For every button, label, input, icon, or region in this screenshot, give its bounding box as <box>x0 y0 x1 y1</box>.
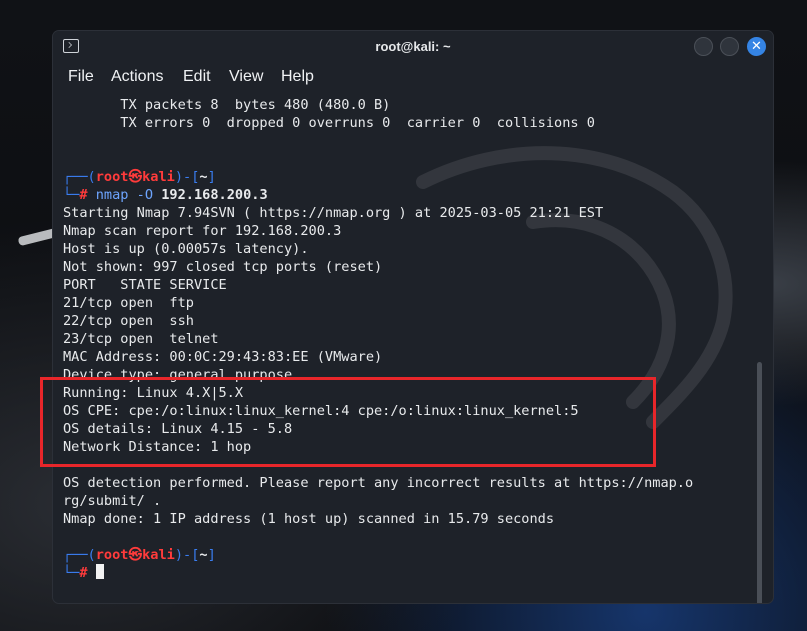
command-line: └─# nmap -O 192.168.200.3 <box>63 186 268 204</box>
terminal-window: root@kali: ~ ✕ File Actions Edit View He… <box>53 31 773 603</box>
output-line: 23/tcp open telnet <box>63 331 219 347</box>
prompt-user: root㉿kali <box>95 169 175 185</box>
output-line: OS detection performed. Please report an… <box>63 475 694 491</box>
maximize-button[interactable] <box>720 37 739 56</box>
output-line: 21/tcp open ftp <box>63 295 194 311</box>
prompt-dir: ~ <box>199 169 208 185</box>
output-line: MAC Address: 00:0C:29:43:83:EE (VMware) <box>63 349 383 365</box>
minimize-button[interactable] <box>694 37 713 56</box>
menu-bar: File Actions Edit View Help <box>53 62 773 92</box>
output-line: TX errors 0 dropped 0 overruns 0 carrier… <box>63 115 595 131</box>
output-line: 22/tcp open ssh <box>63 313 194 329</box>
menu-edit[interactable]: Edit <box>183 68 211 86</box>
output-line: Host is up (0.00057s latency). <box>63 241 309 257</box>
output-line: TX packets 8 bytes 480 (480.0 B) <box>63 97 391 113</box>
output-line: Nmap scan report for 192.168.200.3 <box>63 223 342 239</box>
prompt-hash: # <box>79 565 88 581</box>
output-line: rg/submit/ . <box>63 493 162 509</box>
terminal-area[interactable]: TX packets 8 bytes 480 (480.0 B) TX erro… <box>53 92 762 603</box>
command-flag: -O <box>128 187 162 203</box>
prompt-line-top: ┌──(root㉿kali)-[~] <box>63 546 216 564</box>
command-name: nmap <box>95 187 129 203</box>
output-line: Starting Nmap 7.94SVN ( https://nmap.org… <box>63 205 604 221</box>
prompt-dir: ~ <box>199 547 208 563</box>
highlight-box <box>40 377 656 467</box>
prompt-user: root㉿kali <box>95 547 175 563</box>
output-line: Not shown: 997 closed tcp ports (reset) <box>63 259 383 275</box>
prompt-hash: # <box>79 187 88 203</box>
prompt-corner: ┌──( <box>63 169 96 185</box>
window-title: root@kali: ~ <box>375 39 451 54</box>
prompt-corner: └─ <box>63 565 80 581</box>
scrollbar[interactable] <box>757 362 762 603</box>
menu-help[interactable]: Help <box>281 68 314 86</box>
close-icon: ✕ <box>751 39 762 54</box>
prompt-close: ] <box>207 169 216 185</box>
prompt-corner: ┌──( <box>63 547 96 563</box>
command-line[interactable]: └─# <box>63 564 104 582</box>
prompt-corner: └─ <box>63 187 80 203</box>
prompt-separator: )-[ <box>174 169 200 185</box>
close-button[interactable]: ✕ <box>747 37 766 56</box>
output-line: PORT STATE SERVICE <box>63 277 227 293</box>
menu-file[interactable]: File <box>68 68 94 86</box>
prompt-separator: )-[ <box>174 547 200 563</box>
menu-view[interactable]: View <box>229 68 263 86</box>
command-target: 192.168.200.3 <box>161 187 268 203</box>
title-bar[interactable]: root@kali: ~ ✕ <box>53 31 773 62</box>
menu-actions[interactable]: Actions <box>111 68 163 86</box>
output-line: Nmap done: 1 IP address (1 host up) scan… <box>63 511 555 527</box>
prompt-close: ] <box>207 547 216 563</box>
prompt-line-top: ┌──(root㉿kali)-[~] <box>63 168 216 186</box>
text-cursor <box>95 564 104 579</box>
